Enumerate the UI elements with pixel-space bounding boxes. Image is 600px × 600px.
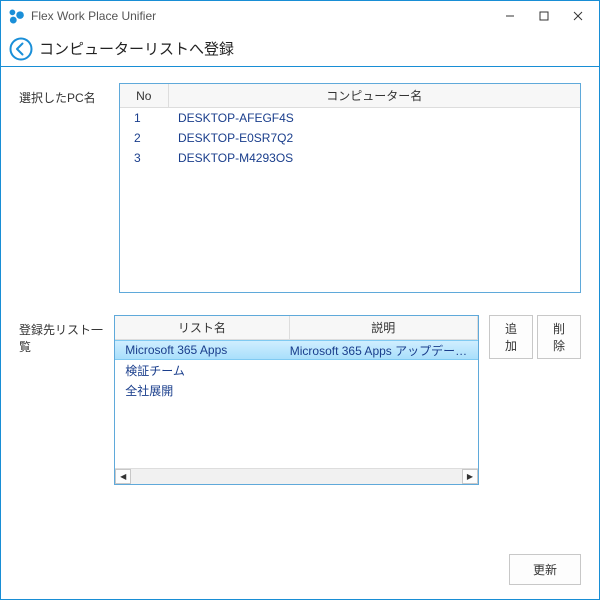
col-header-no[interactable]: No (120, 84, 168, 108)
cell-no: 3 (120, 148, 168, 168)
col-header-computer-name[interactable]: コンピューター名 (168, 84, 580, 108)
maximize-button[interactable] (527, 4, 561, 28)
app-icon (7, 7, 25, 25)
table-row[interactable]: 3DESKTOP-M4293OS (120, 148, 580, 168)
page-title: コンピューターリストへ登録 (39, 38, 234, 59)
cell-description: Microsoft 365 Apps アップデート配信用 コン (290, 342, 468, 359)
minimize-button[interactable] (493, 4, 527, 28)
remove-button[interactable]: 削除 (537, 315, 581, 359)
update-button[interactable]: 更新 (509, 554, 581, 585)
window-title: Flex Work Place Unifier (31, 9, 493, 23)
scroll-left-button[interactable]: ◀ (115, 469, 131, 484)
table-row[interactable]: 1DESKTOP-AFEGF4S (120, 108, 580, 129)
selected-pc-section: 選択したPC名 No コンピューター名 1DESKTOP-AFEGF4S2DES… (19, 83, 581, 293)
app-window: Flex Work Place Unifier コンピューターリストへ登録 選択… (0, 0, 600, 600)
scroll-track[interactable] (131, 469, 462, 484)
cell-list-name: 全社展開 (125, 382, 290, 399)
table-row[interactable]: 2DESKTOP-E0SR7Q2 (120, 128, 580, 148)
cell-computer-name: DESKTOP-AFEGF4S (168, 108, 580, 129)
add-button[interactable]: 追加 (489, 315, 533, 359)
close-button[interactable] (561, 4, 595, 28)
dest-list-table: リスト名 説明 Microsoft 365 AppsMicrosoft 365 … (114, 315, 479, 485)
back-button[interactable] (9, 37, 33, 61)
cell-no: 2 (120, 128, 168, 148)
cell-no: 1 (120, 108, 168, 129)
horizontal-scrollbar[interactable]: ◀ ▶ (115, 468, 478, 484)
cell-list-name: 検証チーム (125, 362, 290, 379)
content-area: 選択したPC名 No コンピューター名 1DESKTOP-AFEGF4S2DES… (1, 67, 599, 544)
dest-list-section: 登録先リスト一覧 リスト名 説明 Mic (19, 315, 581, 485)
scroll-right-button[interactable]: ▶ (462, 469, 478, 484)
pc-list-table: No コンピューター名 1DESKTOP-AFEGF4S2DESKTOP-E0S… (119, 83, 581, 293)
col-header-list-name[interactable]: リスト名 (115, 316, 289, 340)
list-item[interactable]: Microsoft 365 AppsMicrosoft 365 Apps アップ… (115, 340, 478, 360)
footer: 更新 (1, 544, 599, 599)
titlebar: Flex Work Place Unifier (1, 1, 599, 31)
list-item[interactable]: 検証チーム (115, 360, 478, 380)
dest-action-buttons: 追加 削除 (489, 315, 581, 359)
cell-computer-name: DESKTOP-E0SR7Q2 (168, 128, 580, 148)
list-item[interactable]: 全社展開 (115, 380, 478, 400)
dest-rows: Microsoft 365 AppsMicrosoft 365 Apps アップ… (115, 340, 478, 400)
col-header-description[interactable]: 説明 (289, 316, 477, 340)
cell-list-name: Microsoft 365 Apps (125, 343, 290, 357)
dest-list-label: 登録先リスト一覧 (19, 315, 114, 355)
selected-pc-label: 選択したPC名 (19, 83, 119, 106)
page-header: コンピューターリストへ登録 (1, 31, 599, 67)
cell-computer-name: DESKTOP-M4293OS (168, 148, 580, 168)
